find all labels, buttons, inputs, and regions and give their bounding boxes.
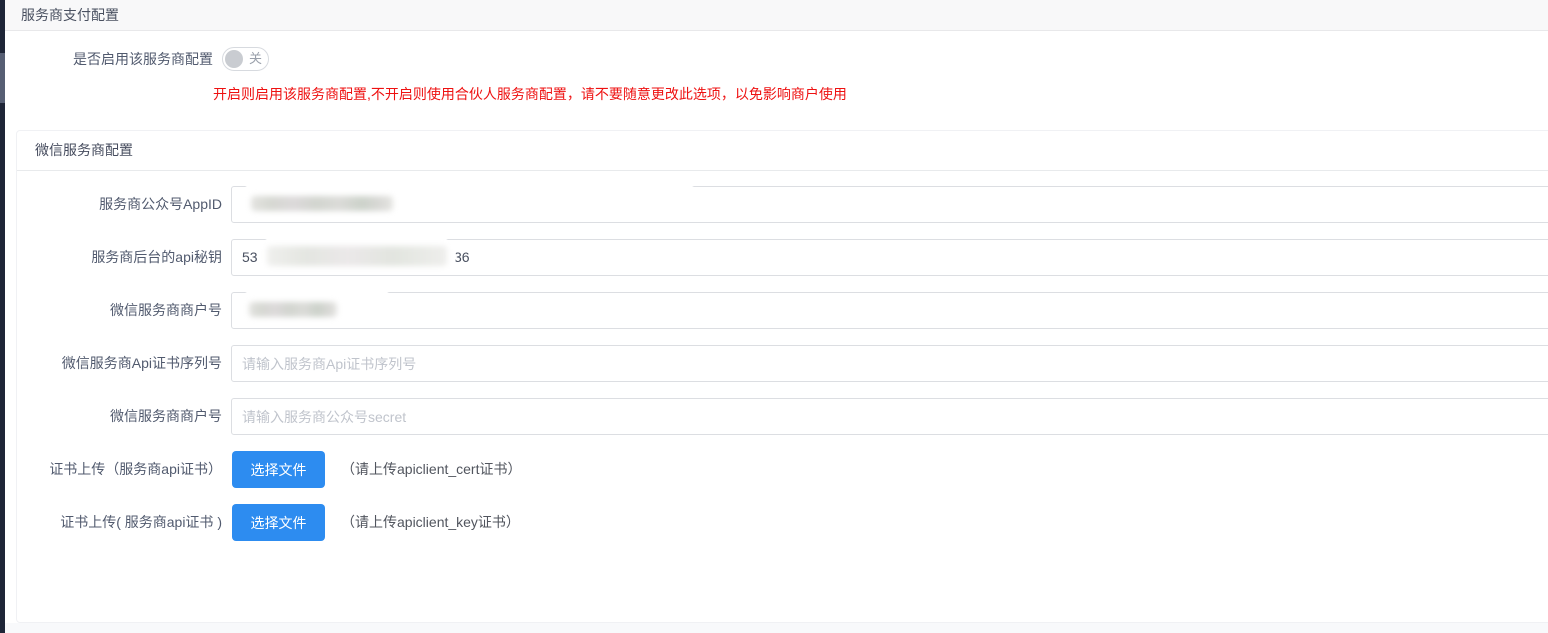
redacted-value [257, 237, 456, 275]
upload-note-cert: （请上传apiclient_cert证书） [341, 461, 522, 477]
page-background-strip [5, 623, 1548, 633]
field-label-merchant-id: 微信服务商商户号 [110, 302, 222, 318]
field-label-account-secret: 微信服务商商户号 [110, 408, 222, 424]
switch-knob-icon [225, 50, 243, 68]
form-row-merchant-id: 微信服务商商户号 [17, 290, 1548, 329]
switch-state-text: 关 [249, 51, 263, 66]
sidebar-scrollbar-thumb[interactable] [0, 53, 5, 103]
form-row-appid: 服务商公众号AppID [17, 184, 1548, 223]
page-header-bar: 服务商支付配置 [5, 0, 1548, 31]
field-label-cert-serial: 微信服务商Api证书序列号 [61, 355, 222, 371]
config-warning-text: 开启则启用该服务商配置,不开启则使用合伙人服务商配置，请不要随意更改此选项，以免… [213, 86, 847, 102]
merchant-id-input[interactable] [231, 290, 1548, 329]
collapsed-sidebar-strip [0, 0, 5, 633]
form-row-api-secret: 服务商后台的api秘钥 53 36 [17, 237, 1548, 276]
api-secret-value-prefix: 53 [242, 249, 258, 265]
choose-file-button-cert[interactable]: 选择文件 [232, 451, 325, 488]
field-label-appid: 服务商公众号AppID [99, 196, 222, 212]
api-cert-serial-input[interactable] [231, 345, 1548, 382]
upload-note-key: （请上传apiclient_key证书） [341, 514, 520, 530]
form-row-cert-upload: 证书上传（服务商api证书） 选择文件 （请上传apiclient_cert证书… [17, 451, 1548, 488]
field-label-key-upload: 证书上传( 服务商api证书 ) [60, 514, 222, 530]
field-label-api-secret: 服务商后台的api秘钥 [91, 249, 222, 265]
api-secret-value-suffix: 36 [454, 249, 470, 265]
api-secret-input[interactable]: 53 36 [231, 237, 1548, 276]
form-row-cert-serial: 微信服务商Api证书序列号 [17, 345, 1548, 382]
redacted-value [237, 290, 397, 327]
field-label-cert-upload: 证书上传（服务商api证书） [49, 461, 222, 477]
appid-input[interactable] [231, 184, 1548, 223]
choose-file-button-key[interactable]: 选择文件 [232, 504, 325, 541]
enable-config-switch[interactable]: 关 [222, 47, 269, 71]
wechat-provider-config-card: 微信服务商配置 服务商公众号AppID 服务商后台的api秘钥 53 36 微信… [16, 130, 1548, 623]
account-secret-input[interactable] [231, 398, 1548, 435]
form-row-key-upload: 证书上传( 服务商api证书 ) 选择文件 （请上传apiclient_key证… [17, 504, 1548, 541]
redacted-value [237, 184, 702, 221]
section-title: 微信服务商配置 [17, 131, 1548, 171]
form-row-account-secret: 微信服务商商户号 [17, 398, 1548, 435]
page-title: 服务商支付配置 [21, 7, 119, 23]
enable-config-label: 是否启用该服务商配置 [73, 51, 213, 67]
